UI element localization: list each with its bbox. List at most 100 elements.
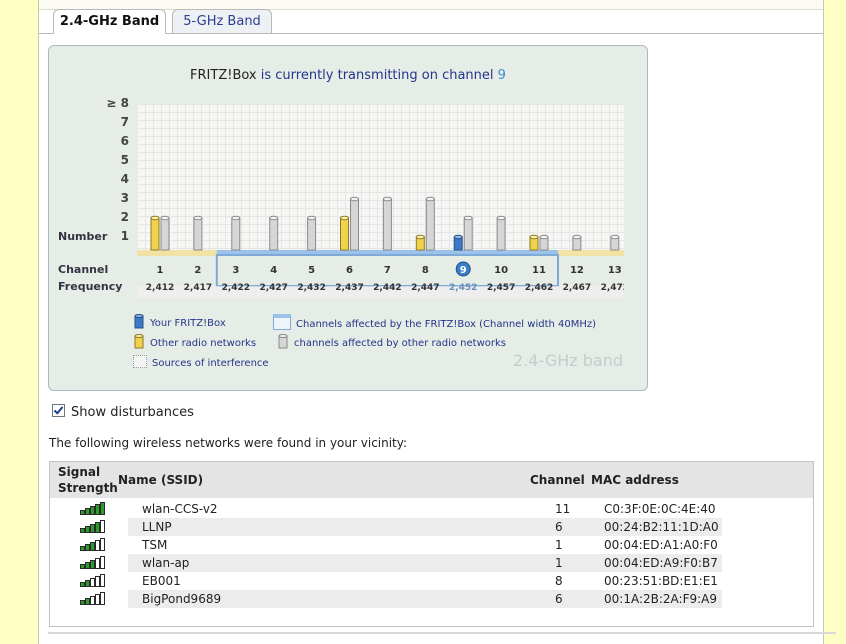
- yellow-bar-ch1: [150, 217, 160, 251]
- ssid-cell: TSM: [142, 538, 168, 552]
- gray-cylinder-icon: [278, 334, 288, 349]
- yellow-cylinder-icon: [134, 334, 144, 349]
- channel-tick-label: 4: [270, 265, 277, 276]
- frequency-tick-label: 2,467: [563, 283, 591, 293]
- signal-strength-icon: [80, 538, 106, 551]
- channel-cell: 11: [555, 502, 571, 516]
- yellow-bar-ch6: [340, 217, 349, 251]
- gray-bar-ch6-top: [350, 196, 359, 202]
- gray-bar-ch4: [269, 217, 279, 251]
- channel-tick-label: 1: [157, 265, 164, 276]
- legend-your-box-label: Your FRITZ!Box: [150, 318, 226, 329]
- channel-row-label: Channel: [58, 263, 109, 276]
- header-signal-line2: Strength: [58, 481, 118, 495]
- frequency-tick-label: 2,442: [373, 283, 401, 293]
- bottom-divider: [48, 632, 836, 634]
- show-disturbances-checkbox[interactable]: [52, 404, 65, 417]
- tab-24ghz-band[interactable]: 2.4-GHz Band: [53, 9, 166, 34]
- gray-bar-ch3: [231, 217, 241, 251]
- y-tick-label: 5: [120, 153, 129, 167]
- channel-tick-label: 5: [308, 265, 315, 276]
- band-watermark: 2.4-GHz band: [513, 351, 623, 370]
- channel-cell: 8: [555, 574, 563, 588]
- signal-strength-icon: [80, 520, 106, 533]
- channel-cell: 6: [555, 520, 563, 534]
- channel-plot: 1 2,412 2 2,417 3 2,422 4 2,427 5 2,432 6 2,437 7 2,4…: [137, 104, 624, 301]
- gray-bar-ch12-top: [572, 234, 582, 240]
- signal-strength-icon: [80, 592, 106, 605]
- y-tick-label: 4: [120, 172, 129, 186]
- channel-tick-label: 9: [460, 265, 467, 276]
- gray-bar-ch8: [425, 198, 435, 251]
- gray-bar-ch1: [160, 217, 170, 251]
- gray-bar-ch8-top: [425, 196, 435, 202]
- table-row[interactable]: wlan-CCS-v2 11 C0:3F:0E:0C:4E:40: [128, 500, 722, 518]
- ssid-cell: LLNP: [142, 520, 172, 534]
- signal-strength-icon: [80, 556, 106, 569]
- gray-bar-ch13-top: [610, 234, 620, 240]
- show-disturbances-label: Show disturbances: [71, 405, 194, 420]
- table-row[interactable]: wlan-ap 1 00:04:ED:A9:F0:B7: [128, 554, 722, 572]
- frequency-tick-label: 2,412: [146, 283, 174, 293]
- legend-interference-label: Sources of interference: [152, 358, 269, 369]
- table-row[interactable]: LLNP 6 00:24:B2:11:1D:A0: [128, 518, 722, 536]
- y-tick-label: 3: [120, 191, 129, 205]
- ssid-cell: EB001: [142, 574, 181, 588]
- legend-affected-by-box: Channels affected by the FRITZ!Box (Chan…: [273, 314, 596, 330]
- gray-bar-ch2-top: [193, 215, 203, 221]
- mac-cell: 00:1A:2B:2A:F9:A9: [604, 592, 717, 606]
- y-tick-label: 6: [120, 134, 129, 148]
- table-row[interactable]: BigPond9689 6 00:1A:2B:2A:F9:A9: [128, 590, 722, 608]
- tab-5ghz-band[interactable]: 5-GHz Band: [172, 9, 272, 33]
- mac-cell: 00:04:ED:A1:A0:F0: [604, 538, 718, 552]
- legend-other-networks: Other radio networks: [133, 334, 256, 350]
- channel-cell: 1: [555, 538, 563, 552]
- y-tick-label: 7: [120, 115, 129, 129]
- frequency-row-label: Frequency: [58, 280, 123, 293]
- y-tick-label: ≥ 8: [106, 96, 129, 110]
- yellow-bar-ch6-top: [340, 215, 349, 221]
- gray-bar-ch1-top: [160, 215, 170, 221]
- legend-affected-by-other: channels affected by other radio network…: [277, 334, 506, 350]
- header-channel: Channel: [530, 473, 585, 487]
- header-mac: MAC address: [591, 473, 679, 487]
- channel-cell: 1: [555, 556, 563, 570]
- gray-bar-ch9-top: [463, 215, 473, 221]
- frequency-tick-label: 2,472: [601, 283, 624, 293]
- mac-cell: 00:04:ED:A9:F0:B7: [604, 556, 718, 570]
- legend-your-box: Your FRITZ!Box: [133, 314, 226, 330]
- gray-bar-ch6: [350, 198, 359, 251]
- show-disturbances-row[interactable]: Show disturbances: [52, 404, 194, 420]
- mac-cell: 00:24:B2:11:1D:A0: [604, 520, 719, 534]
- y-tick-label: 2: [120, 210, 129, 224]
- channel-tick-label: 12: [570, 265, 584, 276]
- chart-header-text: is currently transmitting on channel: [260, 68, 494, 83]
- gray-bar-ch5-top: [307, 215, 317, 221]
- gray-bar-ch9: [463, 217, 473, 251]
- channel-tick-label: 8: [422, 265, 429, 276]
- table-row[interactable]: TSM 1 00:04:ED:A1:A0:F0: [128, 536, 722, 554]
- channel-tick-label: 7: [384, 265, 391, 276]
- table-row[interactable]: EB001 8 00:23:51:BD:E1:E1: [128, 572, 722, 590]
- channel-tick-label: 10: [494, 265, 508, 276]
- signal-strength-icon: [80, 574, 106, 587]
- frequency-tick-label: 2,462: [525, 283, 553, 293]
- yellow-bar-ch8-top: [415, 234, 425, 240]
- frequency-tick-label: 2,457: [487, 283, 515, 293]
- table-header: Signal Strength Name (SSID) Channel MAC …: [50, 462, 813, 498]
- frequency-tick-label: 2,447: [411, 283, 439, 293]
- gray-bar-ch5: [307, 217, 317, 251]
- gray-bar-ch10-top: [496, 215, 506, 221]
- ssid-cell: wlan-CCS-v2: [142, 502, 218, 516]
- header-name: Name (SSID): [118, 473, 204, 487]
- chart-header-brand: FRITZ!Box: [190, 68, 257, 83]
- channel-span-swatch-icon: [273, 314, 291, 330]
- chart-header-channel: 9: [497, 68, 506, 83]
- blue-cylinder-icon: [134, 314, 144, 329]
- gray-bar-ch3-top: [231, 215, 241, 221]
- channel-tick-label: 11: [532, 265, 546, 276]
- legend-other-networks-label: Other radio networks: [150, 338, 257, 349]
- header-signal-line1: Signal: [58, 465, 101, 479]
- yellow-bar-ch1-top: [150, 215, 160, 221]
- ssid-cell: wlan-ap: [142, 556, 190, 570]
